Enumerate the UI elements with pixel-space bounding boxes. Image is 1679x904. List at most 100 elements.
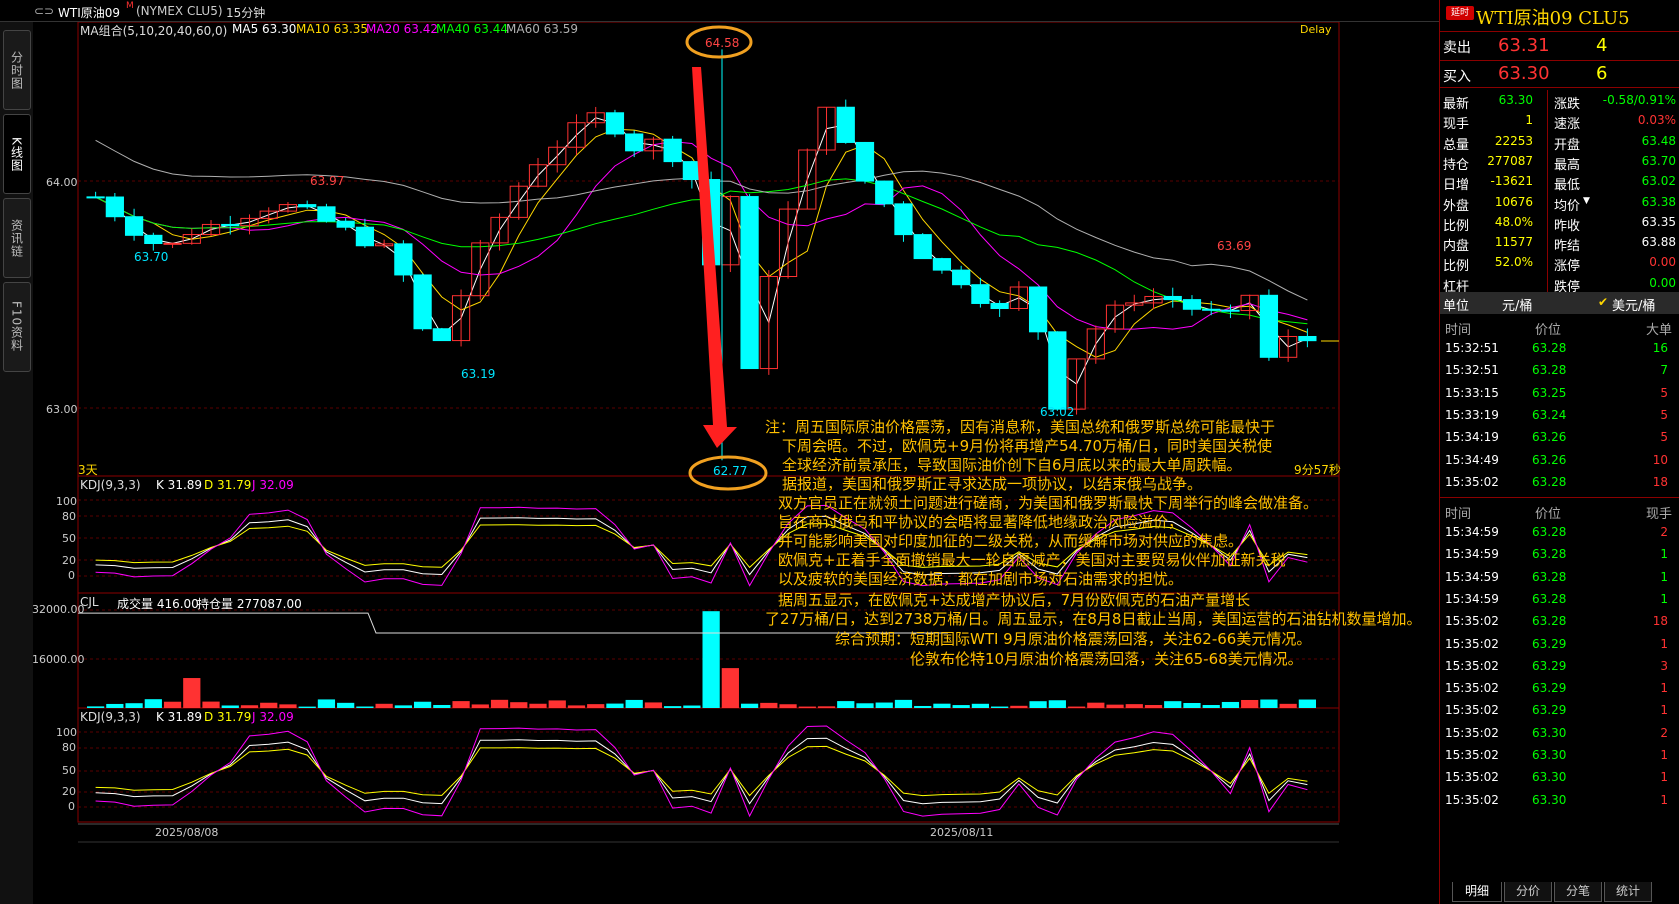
quote-label: 外盘 (1443, 198, 1470, 214)
candle-body (1259, 294, 1279, 358)
buy-label: 买入 (1443, 69, 1471, 85)
quote-row: 持仓 277087 最高 63.70 (1440, 151, 1679, 173)
quote-label: 昨收 (1554, 218, 1581, 234)
volume-bar (375, 703, 393, 708)
tick-row: 15:35:02 63.29 3 (1440, 656, 1679, 678)
candle-body (971, 284, 990, 304)
ma40-label: MA40 63.44 (436, 22, 509, 36)
candle-body (124, 216, 144, 236)
candle-body (317, 206, 336, 222)
tick-qty: 5 (1660, 385, 1668, 400)
volume-bar (760, 702, 778, 708)
candle-body (105, 196, 124, 218)
volume-bar (510, 702, 528, 708)
tick-row: 15:34:49 63.26 10 (1440, 450, 1679, 472)
note-line-2: 下周会晤。不过，欧佩克+9月份将再增产54.70万桶/日，同时美国关税使 (782, 437, 1273, 455)
tick-price: 63.28 (1532, 363, 1567, 378)
trading-window: { "topbar":{"menu_icon":"menu-icon","sym… (0, 0, 1679, 904)
kdj2-k: K 31.89 (156, 710, 203, 724)
tick-row: 15:35:02 63.28 18 (1440, 611, 1679, 633)
tick-price: 63.28 (1532, 341, 1567, 355)
volume-bar (1221, 701, 1240, 708)
quote-label: 持仓 (1443, 157, 1470, 173)
kdj2-title[interactable]: KDJ(9,3,3) (80, 710, 141, 724)
volume-bar (471, 704, 489, 708)
quote-row: 比例 48.0% 昨收 63.35 (1440, 212, 1679, 234)
buy-price[interactable]: 63.30 (1498, 63, 1550, 84)
volume-bar (1067, 706, 1086, 708)
tick-time: 15:35:02 (1445, 658, 1499, 673)
tick-time: 15:35:02 (1445, 474, 1499, 489)
quote-title: WTI原油09 CLU5 (1476, 8, 1630, 29)
tick-qty: 5 (1660, 430, 1668, 445)
note-line-9: 以及疲软的美国经济数据，都在加剧市场对石油需求的担忧。 (778, 570, 1184, 588)
kdj-title[interactable]: KDJ(9,3,3) (80, 478, 141, 492)
candle-body (913, 234, 932, 260)
caret-down-icon[interactable]: ▼ (1583, 196, 1590, 206)
quote-label: 开盘 (1554, 137, 1581, 153)
period-select[interactable]: 15分钟 (226, 4, 265, 21)
volume-bar (856, 703, 874, 708)
ma-combo-label[interactable]: MA组合(5,10,20,40,60,0) (80, 22, 227, 39)
tick-qty: 18 (1652, 614, 1668, 629)
candle-body (1221, 309, 1240, 312)
quote-value: 22253 (1494, 133, 1533, 148)
volume-bar (625, 699, 643, 708)
tick-header-qty: 大单 (1645, 323, 1672, 338)
symbol-suffix: M (126, 1, 134, 11)
volume-bar (1106, 704, 1124, 708)
symbol-title[interactable]: WTI原油09 (58, 4, 120, 21)
tick-time: 15:34:59 (1445, 547, 1499, 562)
tick-price: 63.26 (1532, 430, 1567, 445)
kdj2-tick-100: 100 (56, 726, 77, 739)
x-date-2: 2025/08/11 (930, 826, 994, 839)
volume-bar (87, 706, 105, 708)
candle-body (336, 220, 355, 228)
note-line-7: 并可能影响美国对印度加征的二级关税，从而缓解市场对供应的焦虑。 (778, 532, 1244, 550)
kdj2-tick-80: 80 (62, 741, 76, 754)
tick-qty: 1 (1660, 681, 1668, 696)
delay-badge: 延时 (1446, 6, 1474, 20)
vol-tick-16000: 16000.00 (32, 653, 85, 666)
quote-value: 10676 (1494, 194, 1533, 209)
quote-value: 63.88 (1641, 235, 1676, 250)
tick-time: 15:35:02 (1445, 636, 1499, 651)
quote-value: -13621 (1490, 174, 1533, 189)
annot-63-69: 63.69 (1217, 239, 1252, 253)
volume-bar (587, 704, 605, 708)
tick-row: 15:35:02 63.29 1 (1440, 700, 1679, 722)
tab-f10[interactable]: F10资料 (3, 282, 31, 372)
unit-option-usd[interactable]: 美元/桶 (1612, 295, 1655, 314)
candle-body (163, 242, 182, 245)
tick-qty: 1 (1660, 547, 1668, 562)
quote-value: 1 (1525, 113, 1533, 128)
sell-price[interactable]: 63.31 (1498, 35, 1550, 56)
tab-detail[interactable]: 明细 (1452, 882, 1502, 902)
tick-header-price: 价位 (1535, 507, 1562, 522)
tick-row: 15:33:15 63.25 5 (1440, 383, 1679, 405)
menu-icon[interactable]: ⊂⊃ (34, 4, 54, 18)
tab-ticks[interactable]: 分笔 (1554, 882, 1602, 902)
volume-bar (1260, 699, 1278, 708)
volume-bar (356, 706, 374, 708)
tab-stats[interactable]: 统计 (1604, 882, 1652, 902)
tick-time: 15:33:19 (1445, 407, 1499, 422)
tick-qty: 2 (1660, 525, 1668, 539)
unit-option-cny[interactable]: 元/桶 (1502, 295, 1532, 314)
volume-bar (1125, 704, 1143, 708)
volume-bar (952, 705, 970, 708)
tab-kline[interactable]: K线图 (3, 114, 31, 194)
tab-price-dist[interactable]: 分价 (1504, 882, 1552, 902)
tick-time: 15:32:51 (1445, 341, 1499, 355)
unit-bar: 单位 元/桶 ✔ 美元/桶 (1440, 292, 1679, 314)
tick-time: 15:35:02 (1445, 748, 1499, 762)
quote-panel: 延时 WTI原油09 CLU5 卖出 63.31 4 买入 63.30 6 最新… (1439, 0, 1679, 904)
tab-timeshare[interactable]: 分时图 (3, 30, 31, 110)
quote-label: 比例 (1443, 259, 1470, 275)
quote-label: 最低 (1554, 178, 1581, 194)
quote-label: 现手 (1443, 117, 1470, 133)
kdj-tick-100: 100 (56, 495, 77, 508)
tick-row: 15:35:02 63.28 18 (1440, 472, 1679, 494)
tick-price: 63.28 (1532, 474, 1567, 489)
tab-news-chain[interactable]: 资讯链 (3, 198, 31, 278)
